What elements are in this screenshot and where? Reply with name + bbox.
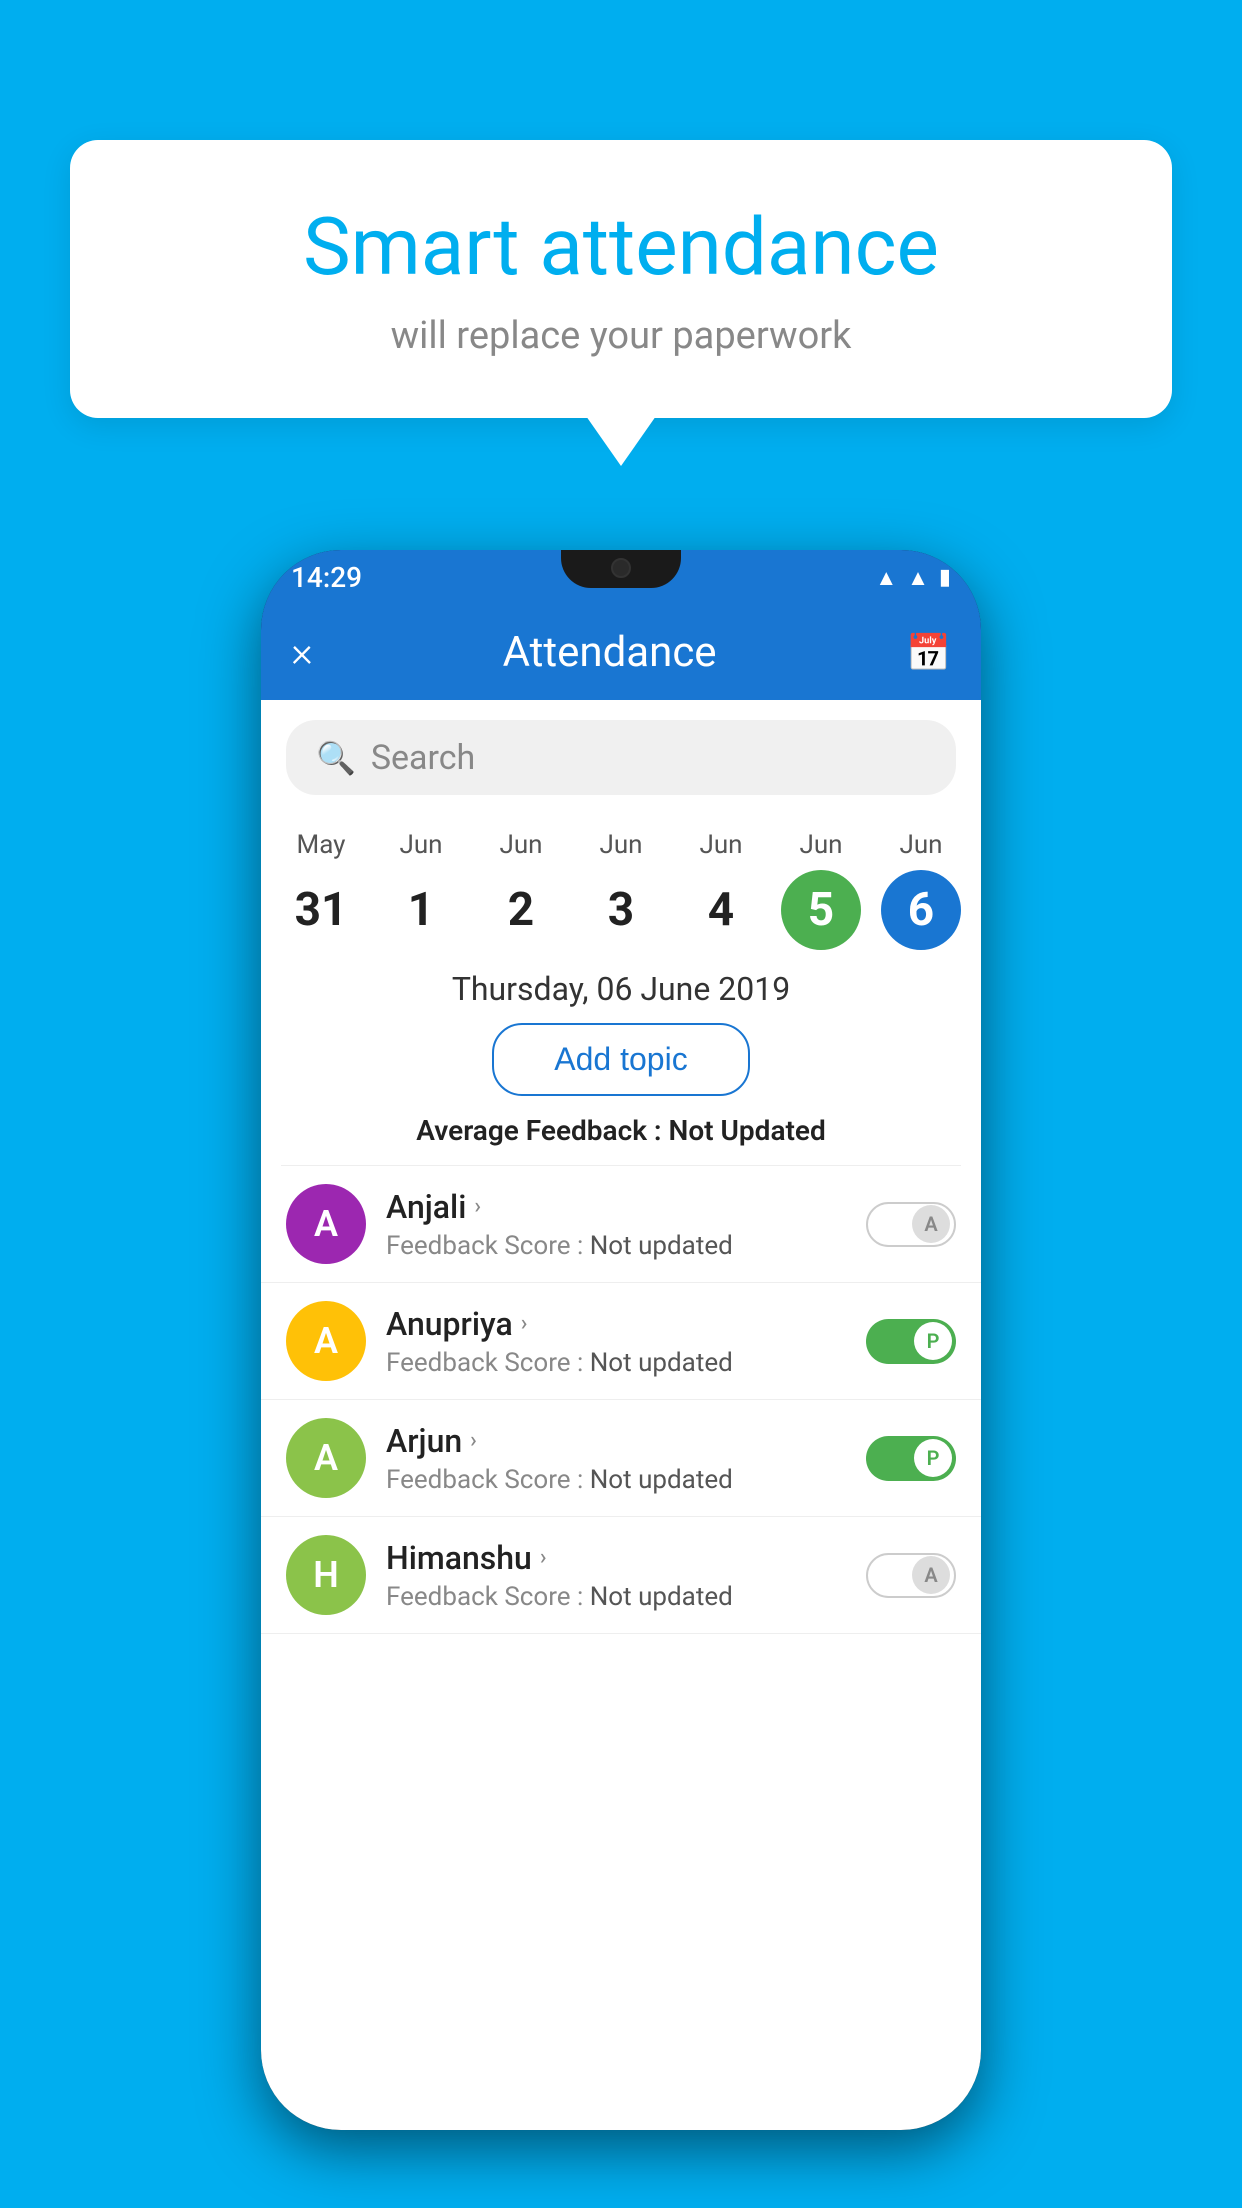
- date-item[interactable]: Jun 2: [477, 830, 565, 950]
- date-month: Jun: [399, 830, 442, 860]
- phone-notch: [561, 550, 681, 588]
- feedback-value: Not updated: [590, 1582, 733, 1612]
- attendance-toggle[interactable]: P: [866, 1319, 956, 1364]
- front-camera: [611, 558, 631, 578]
- phone-screen: 🔍 Search May 31 Jun 1 Jun 2 Jun 3 Jun 4 Jun 5 Jun 6 T…: [261, 700, 981, 2130]
- avatar: A: [286, 1418, 366, 1498]
- battery-icon: ▮: [939, 565, 951, 590]
- date-number[interactable]: 3: [581, 870, 661, 950]
- date-item[interactable]: Jun 6: [877, 830, 965, 950]
- student-name[interactable]: Anjali ›: [386, 1188, 846, 1226]
- date-number[interactable]: 6: [881, 870, 961, 950]
- chevron-icon: ›: [521, 1311, 528, 1336]
- phone-mockup: 14:29 ▲ ▲ ▮ × Attendance 📅 🔍 Search May 3…: [261, 550, 981, 2130]
- search-input[interactable]: Search: [371, 738, 475, 778]
- feedback-score: Feedback Score : Not updated: [386, 1582, 846, 1612]
- speech-bubble-subtitle: will replace your paperwork: [120, 314, 1122, 358]
- date-number[interactable]: 1: [381, 870, 461, 950]
- status-icons: ▲ ▲ ▮: [875, 565, 951, 591]
- date-month: Jun: [599, 830, 642, 860]
- feedback-score: Feedback Score : Not updated: [386, 1465, 846, 1495]
- avatar: H: [286, 1535, 366, 1615]
- avatar: A: [286, 1184, 366, 1264]
- search-icon: 🔍: [316, 739, 356, 777]
- date-month: Jun: [799, 830, 842, 860]
- feedback-value: Not updated: [590, 1465, 733, 1495]
- date-number[interactable]: 31: [281, 870, 361, 950]
- toggle-knob: P: [914, 1322, 952, 1360]
- toggle-knob: A: [912, 1205, 950, 1243]
- feedback-value: Not updated: [590, 1231, 733, 1261]
- attendance-toggle[interactable]: A: [866, 1553, 956, 1598]
- app-bar: × Attendance 📅: [261, 605, 981, 700]
- status-time: 14:29: [291, 561, 362, 594]
- date-month: May: [297, 830, 346, 860]
- toggle-knob: A: [912, 1556, 950, 1594]
- wifi-icon: ▲: [875, 565, 897, 591]
- student-info: Himanshu › Feedback Score : Not updated: [386, 1539, 846, 1612]
- chevron-icon: ›: [470, 1428, 477, 1453]
- chevron-icon: ›: [540, 1545, 547, 1570]
- app-title: Attendance: [333, 628, 886, 677]
- close-button[interactable]: ×: [291, 632, 313, 674]
- search-bar[interactable]: 🔍 Search: [286, 720, 956, 795]
- avg-feedback-label: Average Feedback :: [416, 1114, 661, 1147]
- avg-feedback-value: Not Updated: [669, 1114, 826, 1147]
- date-selector: May 31 Jun 1 Jun 2 Jun 3 Jun 4 Jun 5 Jun 6: [261, 815, 981, 950]
- feedback-score: Feedback Score : Not updated: [386, 1231, 846, 1261]
- student-row[interactable]: A Anjali › Feedback Score : Not updated A: [261, 1166, 981, 1283]
- date-number[interactable]: 4: [681, 870, 761, 950]
- speech-bubble-title: Smart attendance: [120, 200, 1122, 294]
- avg-feedback: Average Feedback : Not Updated: [261, 1114, 981, 1147]
- student-name[interactable]: Anupriya ›: [386, 1305, 846, 1343]
- date-month: Jun: [899, 830, 942, 860]
- student-info: Anupriya › Feedback Score : Not updated: [386, 1305, 846, 1378]
- feedback-score: Feedback Score : Not updated: [386, 1348, 846, 1378]
- date-month: Jun: [699, 830, 742, 860]
- student-row[interactable]: A Anupriya › Feedback Score : Not updated P: [261, 1283, 981, 1400]
- student-name[interactable]: Arjun ›: [386, 1422, 846, 1460]
- chevron-icon: ›: [474, 1194, 481, 1219]
- date-item[interactable]: May 31: [277, 830, 365, 950]
- date-item[interactable]: Jun 4: [677, 830, 765, 950]
- student-info: Anjali › Feedback Score : Not updated: [386, 1188, 846, 1261]
- add-topic-button[interactable]: Add topic: [492, 1023, 749, 1096]
- date-month: Jun: [499, 830, 542, 860]
- toggle-knob: P: [914, 1439, 952, 1477]
- student-name[interactable]: Himanshu ›: [386, 1539, 846, 1577]
- feedback-value: Not updated: [590, 1348, 733, 1378]
- students-list: AAnjali ›Feedback Score : Not updatedAAA…: [261, 1166, 981, 1634]
- student-row[interactable]: A Arjun › Feedback Score : Not updated P: [261, 1400, 981, 1517]
- student-info: Arjun › Feedback Score : Not updated: [386, 1422, 846, 1495]
- date-number[interactable]: 2: [481, 870, 561, 950]
- student-row[interactable]: H Himanshu › Feedback Score : Not updated A: [261, 1517, 981, 1634]
- avatar: A: [286, 1301, 366, 1381]
- selected-date-label: Thursday, 06 June 2019: [261, 970, 981, 1008]
- date-number[interactable]: 5: [781, 870, 861, 950]
- date-item[interactable]: Jun 1: [377, 830, 465, 950]
- calendar-icon[interactable]: 📅: [906, 632, 951, 674]
- attendance-toggle[interactable]: A: [866, 1202, 956, 1247]
- speech-bubble: Smart attendance will replace your paper…: [70, 140, 1172, 418]
- date-item[interactable]: Jun 5: [777, 830, 865, 950]
- attendance-toggle[interactable]: P: [866, 1436, 956, 1481]
- date-item[interactable]: Jun 3: [577, 830, 665, 950]
- signal-icon: ▲: [907, 565, 929, 591]
